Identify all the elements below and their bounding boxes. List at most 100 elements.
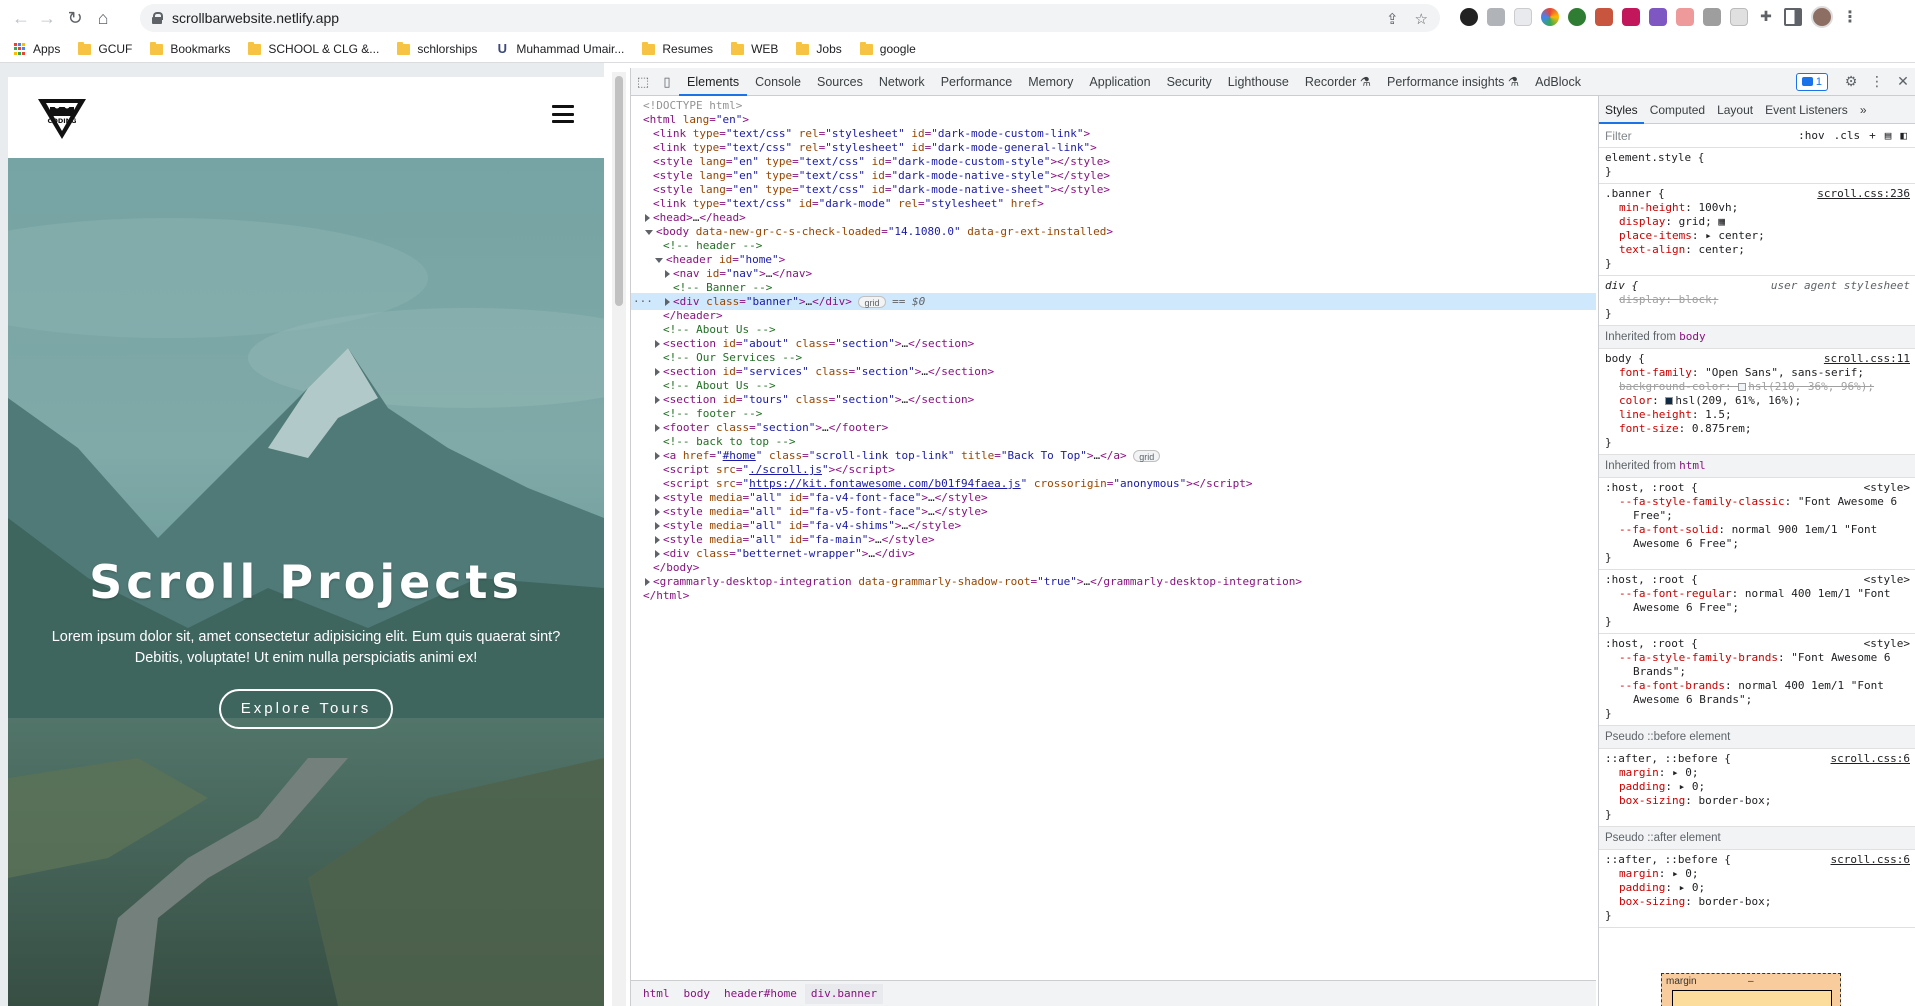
address-bar[interactable]: scrollbarwebsite.netlify.app ⇪ ☆: [140, 4, 1440, 32]
coding-logo[interactable]: CODING: [36, 97, 88, 141]
tab-memory[interactable]: Memory: [1020, 68, 1081, 96]
extension-icon[interactable]: [1568, 8, 1586, 26]
box-model-diagram[interactable]: margin –: [1661, 973, 1841, 1006]
rule-pseudo-after[interactable]: scroll.css:6 ::after, ::before { margin:…: [1599, 850, 1915, 928]
extension-icon[interactable]: [1703, 8, 1721, 26]
reload-icon[interactable]: ↻: [62, 5, 88, 31]
side-panel-icon[interactable]: [1784, 8, 1802, 26]
box-model-margin-value[interactable]: –: [1748, 976, 1754, 987]
bookmark-label: WEB: [751, 42, 779, 56]
extension-icon[interactable]: [1649, 8, 1667, 26]
rule-body[interactable]: scroll.css:11 body { font-family: "Open …: [1599, 349, 1915, 455]
back-icon[interactable]: ←: [8, 5, 34, 31]
inherited-from-tag[interactable]: html: [1679, 459, 1706, 472]
bookmark-google[interactable]: google: [859, 41, 916, 56]
breadcrumb-html[interactable]: html: [637, 984, 676, 1004]
tab-sources[interactable]: Sources: [809, 68, 871, 96]
bookmark-resumes[interactable]: Resumes: [642, 41, 713, 56]
tab-performance-insights[interactable]: Performance insights ⚗: [1379, 68, 1527, 96]
tab-elements[interactable]: Elements: [679, 68, 748, 96]
page-scrollbar[interactable]: [612, 72, 626, 1006]
sidebar-toggle-icon[interactable]: ◧: [1900, 129, 1907, 142]
tab-computed[interactable]: Computed: [1644, 96, 1711, 124]
bookmark-apps[interactable]: Apps: [14, 42, 60, 56]
profile-avatar[interactable]: [1811, 6, 1833, 28]
browser-menu-icon[interactable]: ⋮: [1842, 7, 1858, 27]
rule-source-link[interactable]: scroll.css:6: [1831, 752, 1910, 766]
inherited-from-tag[interactable]: body: [1679, 330, 1706, 343]
rule-host-root-2[interactable]: <style> :host, :root { --fa-font-regular…: [1599, 570, 1915, 634]
tab-styles[interactable]: Styles: [1599, 96, 1644, 124]
bookmark-school[interactable]: SCHOOL & CLG &...: [248, 41, 380, 56]
extension-icon[interactable]: [1514, 8, 1532, 26]
issues-count: 1: [1815, 75, 1822, 88]
dom-node[interactable]: </html>: [631, 587, 1596, 604]
rule-host-root-3[interactable]: <style> :host, :root { --fa-style-family…: [1599, 634, 1915, 726]
tab-console[interactable]: Console: [747, 68, 809, 96]
color-picker-extension-icon[interactable]: [1541, 8, 1559, 26]
tab-security[interactable]: Security: [1159, 68, 1220, 96]
bookmark-web[interactable]: WEB: [731, 41, 779, 56]
breadcrumb-div-banner[interactable]: div.banner: [804, 983, 884, 1004]
rule-element-style[interactable]: element.style { }: [1599, 148, 1915, 184]
bookmark-star-icon[interactable]: ☆: [1415, 10, 1428, 28]
grid-editor-icon[interactable]: ▦: [1718, 215, 1725, 228]
more-tabs-icon[interactable]: »: [1854, 96, 1873, 124]
extension-icon[interactable]: [1460, 8, 1478, 26]
rule-host-root-1[interactable]: <style> :host, :root { --fa-style-family…: [1599, 478, 1915, 570]
page-scrollbar-thumb[interactable]: [615, 76, 623, 306]
extension-icon[interactable]: [1730, 8, 1748, 26]
shield-extension-icon[interactable]: [1487, 8, 1505, 26]
issues-badge[interactable]: 1: [1795, 72, 1828, 91]
rule-pseudo-before[interactable]: scroll.css:6 ::after, ::before { margin:…: [1599, 749, 1915, 827]
lock-icon[interactable]: [152, 12, 163, 24]
bookmark-label: SCHOOL & CLG &...: [268, 42, 380, 56]
inspect-element-icon[interactable]: ⬚: [631, 68, 655, 96]
tab-network[interactable]: Network: [871, 68, 933, 96]
settings-gear-icon[interactable]: ⚙: [1838, 73, 1864, 90]
devtools-menu-icon[interactable]: ⋮: [1864, 73, 1890, 90]
tab-recorder[interactable]: Recorder ⚗: [1297, 68, 1379, 96]
bookmark-label: Muhammad Umair...: [516, 42, 625, 56]
rule-source-link[interactable]: scroll.css:236: [1817, 187, 1910, 201]
bookmark-gcuf[interactable]: GCUF: [78, 41, 132, 56]
explore-tours-button[interactable]: Explore Tours: [219, 689, 393, 729]
forward-icon[interactable]: →: [34, 5, 60, 31]
styles-tabbar: Styles Computed Layout Event Listeners »: [1599, 96, 1915, 124]
rule-source-label[interactable]: <style>: [1864, 481, 1910, 495]
tab-performance[interactable]: Performance: [933, 68, 1021, 96]
new-rule-icon[interactable]: +: [1869, 129, 1876, 142]
url-text[interactable]: scrollbarwebsite.netlify.app: [172, 10, 339, 26]
bookmark-muhammad-umair[interactable]: U Muhammad Umair...: [495, 42, 625, 57]
rule-source-link[interactable]: scroll.css:6: [1831, 853, 1910, 867]
hov-toggle[interactable]: :hov: [1798, 129, 1825, 142]
styles-filter-input[interactable]: Filter: [1605, 129, 1798, 143]
close-devtools-icon[interactable]: ✕: [1890, 73, 1915, 90]
hamburger-menu-icon[interactable]: [552, 105, 574, 123]
rule-div-ua[interactable]: user agent stylesheet div { display: blo…: [1599, 276, 1915, 326]
breadcrumb-body[interactable]: body: [678, 984, 717, 1004]
share-icon[interactable]: ⇪: [1386, 10, 1399, 28]
tab-event-listeners[interactable]: Event Listeners: [1759, 96, 1854, 124]
home-icon[interactable]: ⌂: [90, 5, 116, 31]
elements-tree: <!DOCTYPE html> <html lang="en"> <link t…: [631, 96, 1596, 972]
breadcrumb-header[interactable]: header#home: [718, 984, 803, 1004]
tab-lighthouse[interactable]: Lighthouse: [1220, 68, 1297, 96]
rule-banner[interactable]: scroll.css:236 .banner { min-height: 100…: [1599, 184, 1915, 276]
cls-toggle[interactable]: .cls: [1834, 129, 1861, 142]
bookmark-jobs[interactable]: Jobs: [796, 41, 842, 56]
device-toolbar-icon[interactable]: ▯: [655, 68, 679, 96]
rule-source-label[interactable]: <style>: [1864, 573, 1910, 587]
extension-icon[interactable]: [1676, 8, 1694, 26]
extension-icon[interactable]: [1622, 8, 1640, 26]
tab-layout[interactable]: Layout: [1711, 96, 1759, 124]
rule-source-link[interactable]: scroll.css:11: [1824, 352, 1910, 366]
bookmark-bookmarks[interactable]: Bookmarks: [150, 41, 230, 56]
tab-adblock[interactable]: AdBlock: [1527, 68, 1589, 96]
extension-icon[interactable]: [1595, 8, 1613, 26]
bookmark-schlorships[interactable]: schlorships: [397, 41, 477, 56]
tab-application[interactable]: Application: [1081, 68, 1158, 96]
paint-icon[interactable]: ▤: [1885, 129, 1892, 142]
rule-source-label[interactable]: <style>: [1864, 637, 1910, 651]
puzzle-extensions-icon[interactable]: ✚: [1757, 8, 1775, 26]
